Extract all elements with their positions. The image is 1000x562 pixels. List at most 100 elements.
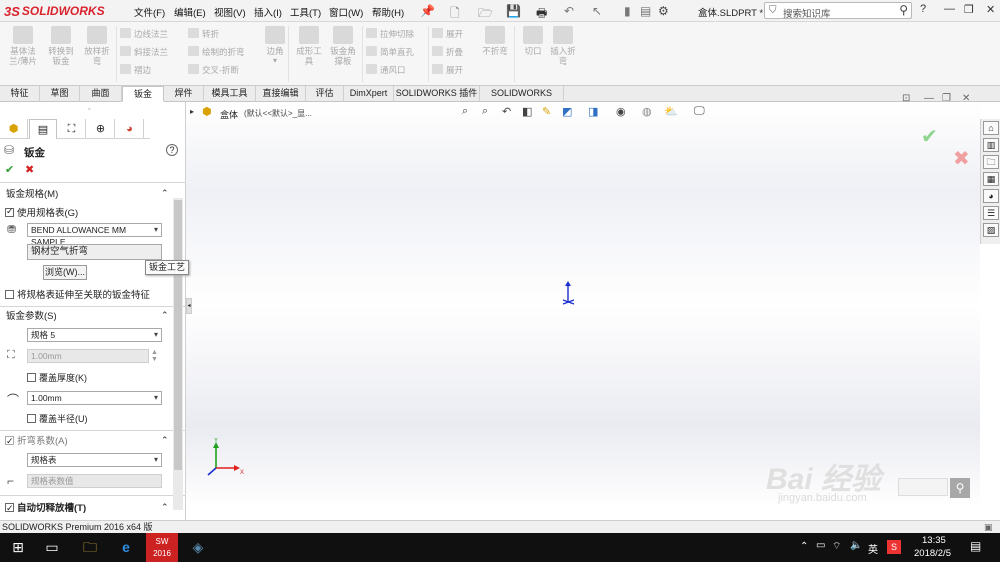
- menu-edit[interactable]: 编辑(E): [174, 5, 206, 19]
- collapse-up-icon[interactable]: ⌃: [161, 188, 169, 199]
- section-auto-relief-header[interactable]: 自动切释放槽(T): [5, 501, 86, 516]
- section-bend-allowance-header[interactable]: 折弯系数(A): [5, 434, 68, 449]
- scrollbar-thumb[interactable]: [174, 200, 182, 470]
- simple-hole-button[interactable]: 简单直孔: [366, 46, 414, 58]
- menu-file[interactable]: 文件(F): [134, 5, 165, 19]
- edge-flange-button[interactable]: 边线法兰: [120, 28, 168, 40]
- sketched-bend-button[interactable]: 绘制的折弯: [188, 46, 245, 58]
- display-style-icon[interactable]: ◨: [588, 105, 598, 118]
- task-view-icon[interactable]: ▭: [36, 533, 68, 562]
- clock-time[interactable]: 13:35: [922, 535, 946, 546]
- menu-window[interactable]: 窗口(W): [329, 5, 363, 19]
- menu-insert[interactable]: 插入(I): [254, 5, 282, 19]
- thickness-field[interactable]: 1.00mm: [27, 349, 149, 363]
- miter-flange-button[interactable]: 斜接法兰: [120, 46, 168, 58]
- edge-browser-icon[interactable]: e: [110, 533, 142, 562]
- sheetmetal-gusset-button[interactable]: 钣金角 撑板: [324, 26, 362, 66]
- input-method-icon[interactable]: S: [887, 540, 901, 554]
- viewport-expand-icon[interactable]: ⊡: [902, 93, 910, 104]
- jog-button[interactable]: 转折: [188, 28, 245, 40]
- previous-view-icon[interactable]: ↶: [502, 105, 511, 118]
- zoom-to-fit-icon[interactable]: ⌕: [462, 105, 468, 118]
- panel-collapse-handle[interactable]: ◂: [186, 298, 192, 314]
- dynamic-annotation-icon[interactable]: ✎: [542, 105, 551, 118]
- close-button[interactable]: ✕: [986, 3, 995, 16]
- tab-weldments[interactable]: 焊件: [164, 86, 204, 102]
- extruded-cut-button[interactable]: 拉伸切除: [366, 28, 414, 40]
- collapse-up-icon[interactable]: ⌃: [161, 310, 169, 321]
- tab-sketch[interactable]: 草图: [40, 86, 80, 102]
- display-manager-tab-icon[interactable]: ◕: [116, 119, 144, 139]
- gauge-table-dropdown[interactable]: BEND ALLOWANCE MM SAMPLE ▾: [27, 223, 162, 247]
- file-properties-icon[interactable]: ▤: [640, 4, 651, 18]
- property-manager-tab-icon[interactable]: ▤: [29, 119, 57, 139]
- zoom-to-area-icon[interactable]: ⌕: [482, 105, 488, 118]
- tab-solidworks-addins[interactable]: SOLIDWORKS 插件: [394, 86, 480, 102]
- use-gauge-table-checkbox[interactable]: 使用规格表(G): [5, 205, 78, 219]
- section-gauge-header[interactable]: 钣金规格(M): [6, 188, 58, 202]
- base-flange-button[interactable]: 基体法 兰/薄片: [4, 26, 42, 66]
- volume-icon[interactable]: 🔈: [850, 540, 862, 551]
- view-orientation-icon[interactable]: ◩: [562, 105, 572, 118]
- section-view-icon[interactable]: ◧: [522, 105, 532, 118]
- vent-button[interactable]: 通风口: [366, 64, 414, 76]
- lofted-bend-button[interactable]: 放样折 弯: [78, 26, 116, 66]
- menu-view[interactable]: 视图(V): [214, 5, 246, 19]
- clock-date[interactable]: 2018/2/5: [914, 548, 951, 559]
- file-explorer-icon[interactable]: 🗀: [983, 155, 999, 169]
- undo-icon[interactable]: ↶: [564, 4, 574, 18]
- search-scope-icon[interactable]: ⛉: [769, 5, 777, 16]
- graphics-area[interactable]: ▸ ⬢ 盒体 (默认<<默认>_显... ⌕ ⌕ ↶ ◧ ✎ ◩ ◨ ◉ ◍ ⛅…: [186, 93, 980, 508]
- tab-mold-tools[interactable]: 模具工具: [204, 86, 256, 102]
- no-bends-button[interactable]: 不折弯: [476, 26, 514, 56]
- view-palette-icon[interactable]: ▦: [983, 172, 999, 186]
- options-gear-icon[interactable]: ⚙: [658, 4, 669, 18]
- edit-appearance-icon[interactable]: ◍: [642, 105, 652, 118]
- help-button[interactable]: ?: [920, 3, 926, 15]
- tab-solidworks-mbd[interactable]: SOLIDWORKS MBD: [480, 86, 564, 113]
- hem-button[interactable]: 褶边: [120, 64, 168, 76]
- pin-icon[interactable]: 📌: [420, 4, 435, 18]
- confirm-cancel-icon[interactable]: ✖: [953, 146, 970, 171]
- select-icon[interactable]: ↖: [592, 4, 602, 18]
- search-input[interactable]: 搜索知识库: [783, 6, 831, 20]
- tab-surfaces[interactable]: 曲面: [80, 86, 122, 102]
- menu-tools[interactable]: 工具(T): [290, 5, 321, 19]
- tray-expand-icon[interactable]: ⌃: [800, 541, 808, 552]
- override-thickness-checkbox[interactable]: 覆盖厚度(K): [27, 371, 87, 384]
- appearances-icon[interactable]: ◕: [983, 189, 999, 203]
- fold-button[interactable]: 折叠: [432, 46, 463, 58]
- confirm-ok-icon[interactable]: ✔: [921, 124, 938, 149]
- view-settings-icon[interactable]: 🖵: [694, 105, 705, 118]
- tree-expand-arrow-icon[interactable]: ▸: [190, 107, 194, 116]
- viewport-close-icon[interactable]: ✕: [962, 93, 970, 104]
- custom-properties-icon[interactable]: ☰: [983, 206, 999, 220]
- collapse-up-icon[interactable]: ⌃: [161, 435, 169, 446]
- bend-allowance-type-dropdown[interactable]: 规格表 ▾: [27, 453, 162, 467]
- spinner-icon[interactable]: ▲ ▼: [151, 349, 158, 363]
- panel-cancel-button[interactable]: ✖: [25, 163, 34, 176]
- apply-scene-icon[interactable]: ⛅: [664, 105, 678, 118]
- menu-help[interactable]: 帮助(H): [372, 5, 404, 19]
- radius-dropdown[interactable]: 1.00mm ▾: [27, 391, 162, 405]
- unfold-button[interactable]: 展开: [432, 28, 463, 40]
- panel-scrollbar[interactable]: [173, 198, 183, 510]
- notifications-icon[interactable]: ▤: [970, 539, 981, 553]
- dimxpert-manager-tab-icon[interactable]: ⊕: [87, 119, 115, 139]
- rebuild-icon[interactable]: ▮: [624, 4, 631, 18]
- design-library-icon[interactable]: ▥: [983, 138, 999, 152]
- forming-tool-button[interactable]: 成形工 具: [290, 26, 328, 66]
- hide-show-items-icon[interactable]: ◉: [616, 105, 626, 118]
- viewport-restore-icon[interactable]: ❐: [942, 93, 951, 104]
- panel-splitter-handle[interactable]: ◦: [88, 106, 90, 113]
- tree-root-name[interactable]: 盒体: [220, 108, 238, 121]
- tab-sheet-metal[interactable]: 钣金: [122, 86, 164, 102]
- cross-break-button[interactable]: 交叉-折断: [188, 64, 245, 76]
- file-explorer-taskbar-icon[interactable]: 🗀: [74, 533, 106, 562]
- extend-gauge-checkbox[interactable]: 将规格表延伸至关联的钣金特征: [5, 287, 150, 301]
- viewport-minimize-icon[interactable]: —: [924, 93, 934, 104]
- solidworks-resources-icon[interactable]: ⌂: [983, 121, 999, 135]
- panel-ok-button[interactable]: ✔: [5, 163, 14, 176]
- restore-button[interactable]: ❐: [964, 3, 974, 16]
- solidworks-taskbar-icon[interactable]: SW 2016: [146, 533, 178, 562]
